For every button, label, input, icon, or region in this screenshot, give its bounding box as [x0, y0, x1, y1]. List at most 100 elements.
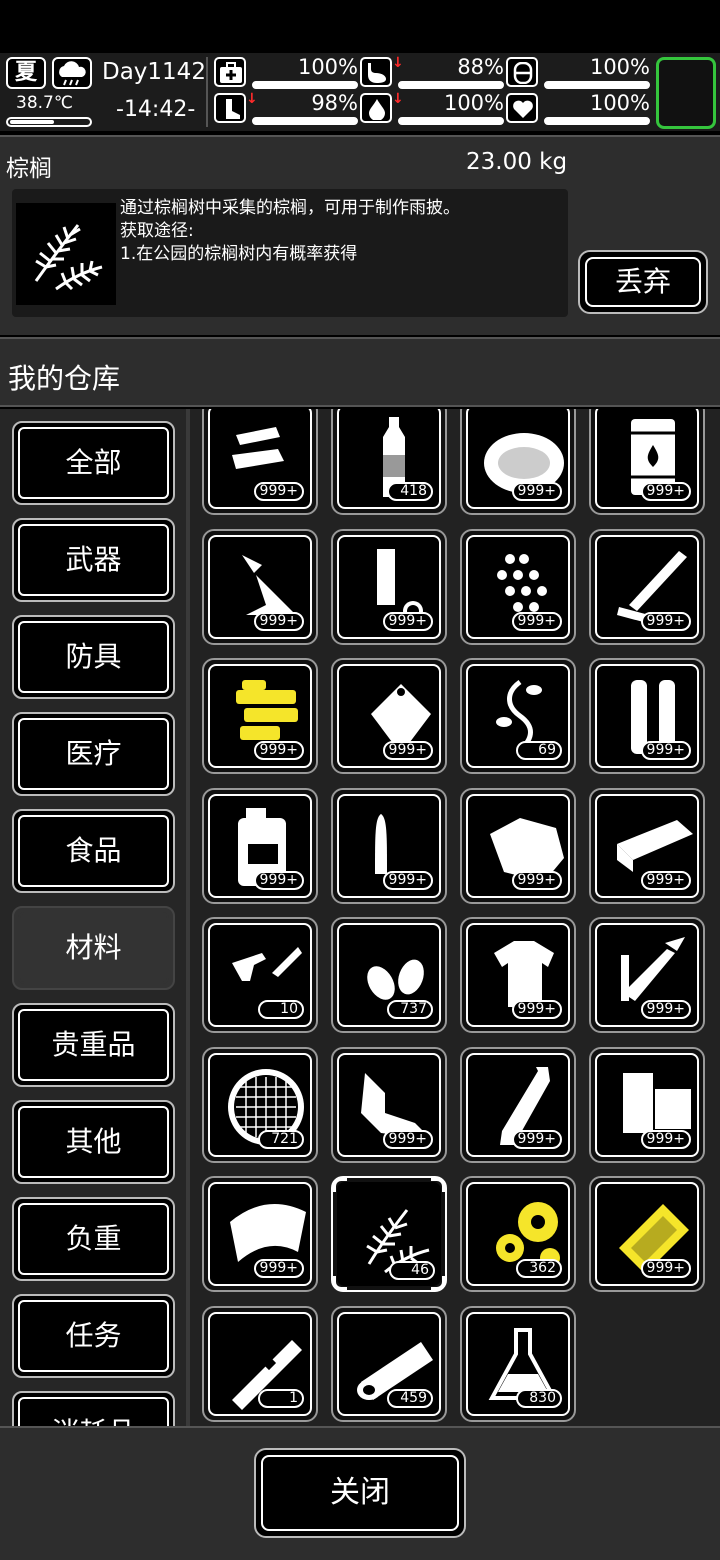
inventory-slot[interactable]: 999+	[331, 658, 447, 774]
item-grid[interactable]: 999+ 418 999+ 999+ 999+ 999+ 999+ 999+ 999+ 999+ 6…	[190, 409, 720, 1426]
item-count: 999+	[640, 741, 691, 760]
inventory-slot[interactable]: 999+	[589, 787, 705, 904]
inventory-slot[interactable]: 999+	[460, 409, 576, 515]
category-tab[interactable]: 贵重品	[12, 1003, 175, 1087]
item-count: 999+	[640, 611, 691, 631]
inventory-slot-frame: 999+	[595, 534, 699, 639]
category-tab[interactable]: 材料	[12, 906, 175, 990]
category-tab[interactable]: 医疗	[12, 712, 175, 796]
inventory-slot-frame: 459	[337, 1311, 441, 1416]
item-count: 999+	[511, 482, 562, 501]
inventory-slot[interactable]: 999+	[460, 1046, 576, 1163]
medkit-icon	[214, 57, 246, 87]
category-tab-label: 消耗品	[18, 1397, 169, 1426]
category-tab[interactable]: 负重	[12, 1197, 175, 1281]
inventory-slot-frame: 418	[337, 409, 441, 509]
category-tab[interactable]: 全部	[12, 421, 175, 505]
inventory-slot[interactable]: 721	[202, 1046, 318, 1163]
inventory-slot[interactable]: 999+	[589, 1176, 705, 1292]
selection-corner	[333, 1178, 347, 1192]
item-count: 999+	[253, 1259, 304, 1278]
inventory-slot-frame: 999+	[466, 793, 570, 898]
item-count: 999+	[640, 1259, 691, 1278]
inventory-slot[interactable]: 69	[460, 658, 576, 774]
inventory-slot-frame: 830	[466, 1311, 570, 1416]
stamina-bar	[252, 117, 358, 125]
item-name: 棕榈	[6, 156, 52, 182]
inventory-slot[interactable]: 999+	[460, 787, 576, 904]
close-button[interactable]: 关闭	[254, 1448, 466, 1538]
inventory-slot[interactable]: 737	[331, 917, 447, 1033]
item-count: 459	[387, 1388, 433, 1408]
item-description: 通过棕榈树中采集的棕榈，可用于制作雨披。 获取途径: 1.在公园的棕榈树内有概率…	[120, 198, 460, 264]
inventory-slot-frame: 721	[208, 1052, 312, 1157]
item-count: 830	[516, 1388, 562, 1408]
inventory-slot[interactable]: 999+	[202, 1176, 318, 1292]
inventory-slot[interactable]: 999+	[202, 658, 318, 774]
selection-corner	[333, 1276, 347, 1290]
discard-button[interactable]: 丢弃	[578, 250, 708, 314]
status-bar: 夏 38.7℃ Day1142 -14:42- 100% ↓ 88% 100%	[0, 53, 720, 131]
inventory-slot[interactable]: 999+	[331, 1046, 447, 1163]
category-sidebar[interactable]: 全部武器防具医疗食品材料贵重品其他负重任务消耗品	[0, 409, 186, 1426]
close-button-label: 关闭	[261, 1455, 459, 1531]
inventory-slot-frame: 999+	[466, 534, 570, 639]
inventory-slot[interactable]: 999+	[460, 528, 576, 645]
inventory-slot[interactable]: 418	[331, 409, 447, 515]
inventory-slot-frame: 999+	[337, 793, 441, 898]
character-slot[interactable]	[656, 57, 716, 129]
inventory-slot-frame: 999+	[595, 409, 699, 509]
category-tab-label: 负重	[18, 1203, 169, 1275]
inventory-slot[interactable]: 999+	[589, 409, 705, 515]
category-tab[interactable]: 武器	[12, 518, 175, 602]
thirst-stat: ↓ 100%	[360, 91, 504, 127]
inventory-slot[interactable]: 999+	[202, 409, 318, 515]
mood-bar	[544, 117, 650, 125]
inventory-slot[interactable]: 1	[202, 1305, 318, 1422]
category-tab-label: 武器	[18, 524, 169, 596]
item-count: 999+	[511, 611, 562, 631]
stamina-value: 98%	[311, 91, 358, 115]
inventory-slot[interactable]: 999+	[331, 528, 447, 645]
inventory-slot[interactable]: 999+	[589, 917, 705, 1033]
falling-arrow-icon: ↓	[392, 91, 404, 107]
category-tab-label: 贵重品	[18, 1009, 169, 1081]
item-description-box: 通过棕榈树中采集的棕榈，可用于制作雨披。 获取途径: 1.在公园的棕榈树内有概率…	[12, 189, 568, 317]
inventory-slot[interactable]: 999+	[202, 528, 318, 645]
water-drop-icon	[360, 93, 392, 123]
category-tab[interactable]: 其他	[12, 1100, 175, 1184]
inventory-slot[interactable]: 999+	[460, 917, 576, 1033]
inventory-slot[interactable]: 999+	[589, 528, 705, 645]
inventory-slot-frame: 999+	[337, 1052, 441, 1157]
clock: -14:42-	[116, 97, 196, 122]
discard-button-label: 丢弃	[585, 257, 701, 307]
inventory-slot[interactable]: 999+	[589, 1046, 705, 1163]
item-count: 999+	[511, 870, 562, 890]
mood-stat: 100%	[506, 91, 650, 127]
category-tab[interactable]: 防具	[12, 615, 175, 699]
inventory-slot[interactable]: 46	[331, 1176, 447, 1292]
inventory-slot-frame: 999+	[208, 664, 312, 768]
inventory-slot[interactable]: 362	[460, 1176, 576, 1292]
inventory-slot-frame: 999+	[466, 409, 570, 509]
inventory-slot[interactable]: 10	[202, 917, 318, 1033]
item-count: 999+	[640, 482, 691, 501]
category-tab[interactable]: 食品	[12, 809, 175, 893]
stomach-icon	[360, 57, 392, 87]
category-tab[interactable]: 消耗品	[12, 1391, 175, 1426]
inventory-slot[interactable]: 459	[331, 1305, 447, 1422]
category-tab[interactable]: 任务	[12, 1294, 175, 1378]
inventory-slot-frame: 10	[208, 923, 312, 1027]
day-counter: Day1142	[102, 59, 206, 85]
health-value: 100%	[297, 55, 358, 79]
toilet-bar	[544, 81, 650, 89]
inventory-slot[interactable]: 999+	[202, 787, 318, 904]
inventory-slot[interactable]: 999+	[331, 787, 447, 904]
inventory-slot[interactable]: 830	[460, 1305, 576, 1422]
item-count: 999+	[253, 482, 304, 501]
item-count: 999+	[640, 1000, 691, 1019]
inventory-slot[interactable]: 999+	[589, 658, 705, 774]
divider	[206, 57, 208, 127]
thirst-value: 100%	[443, 91, 504, 115]
inventory-slot-frame: 999+	[337, 534, 441, 639]
